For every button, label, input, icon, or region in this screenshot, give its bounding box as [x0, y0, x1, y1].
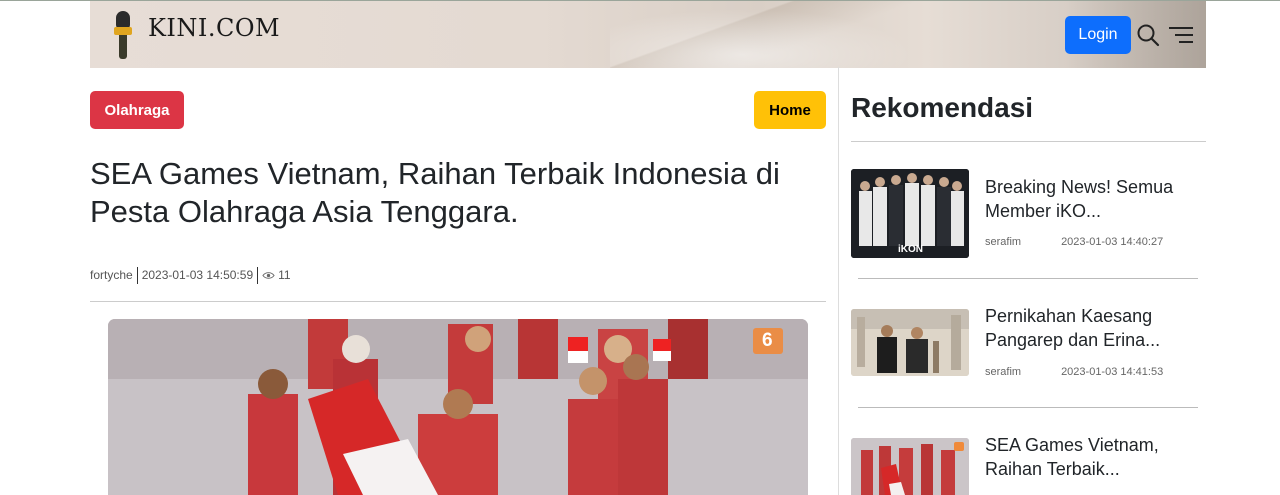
recommendation-thumbnail[interactable]: [851, 309, 969, 376]
column-divider: [838, 67, 839, 495]
article-meta: fortyche 2023-01-03 14:50:59 11: [90, 266, 291, 284]
recommendation-author: serafim: [985, 236, 1022, 248]
logo-text: KINI.COM: [148, 14, 281, 42]
recommendation-meta: serafim 2023-01-03 14:40:27: [985, 236, 1163, 248]
sidebar-heading: Rekomendasi: [851, 92, 1034, 123]
site-logo[interactable]: KINI.COM: [112, 11, 280, 59]
recommendation-datetime: 2023-01-03 14:40:27: [1061, 236, 1164, 248]
article-image: 6: [108, 319, 808, 495]
article-title: SEA Games Vietnam, Raihan Terbaik Indone…: [90, 156, 780, 229]
search-icon[interactable]: [1136, 23, 1160, 47]
recommendation-item[interactable]: Pernikahan Kaesang Pangarep dan Erina...…: [851, 306, 1201, 378]
article-views: 11: [278, 268, 291, 282]
home-button[interactable]: Home: [754, 91, 826, 129]
recommendation-meta: serafim 2023-01-03 14:41:53: [985, 366, 1163, 378]
thumbnail-caption: iKON: [898, 244, 923, 255]
article-author[interactable]: fortyche: [90, 268, 133, 282]
divider: [858, 278, 1198, 279]
microphone-logo-icon: [112, 11, 134, 59]
meta-divider: [257, 266, 259, 284]
recommendation-item[interactable]: iKON Breaking News! Semua Member iKO... …: [851, 169, 1201, 259]
site-header: KINI.COM Login: [0, 0, 1280, 68]
recommendation-datetime: 2023-01-03 14:41:53: [1061, 366, 1164, 378]
recommendation-title[interactable]: Pernikahan Kaesang Pangarep dan Erina...: [985, 304, 1200, 352]
meta-divider: [136, 266, 138, 284]
recommendation-item[interactable]: SEA Games Vietnam, Raihan Terbaik...: [851, 435, 1201, 495]
category-badge[interactable]: Olahraga: [90, 91, 184, 129]
eye-icon: [262, 271, 275, 279]
divider: [90, 301, 826, 302]
article-datetime: 2023-01-03 14:50:59: [141, 268, 254, 282]
menu-icon[interactable]: [1168, 25, 1194, 45]
recommendation-title[interactable]: Breaking News! Semua Member iKO...: [985, 175, 1200, 223]
login-button[interactable]: Login: [1065, 16, 1131, 54]
recommendation-thumbnail[interactable]: iKON: [851, 169, 969, 258]
divider: [851, 141, 1206, 142]
channel-badge: 6: [762, 330, 773, 351]
recommendation-author: serafim: [985, 366, 1022, 378]
recommendation-title[interactable]: SEA Games Vietnam, Raihan Terbaik...: [985, 433, 1200, 481]
recommendation-thumbnail[interactable]: [851, 438, 969, 495]
divider: [858, 407, 1198, 408]
